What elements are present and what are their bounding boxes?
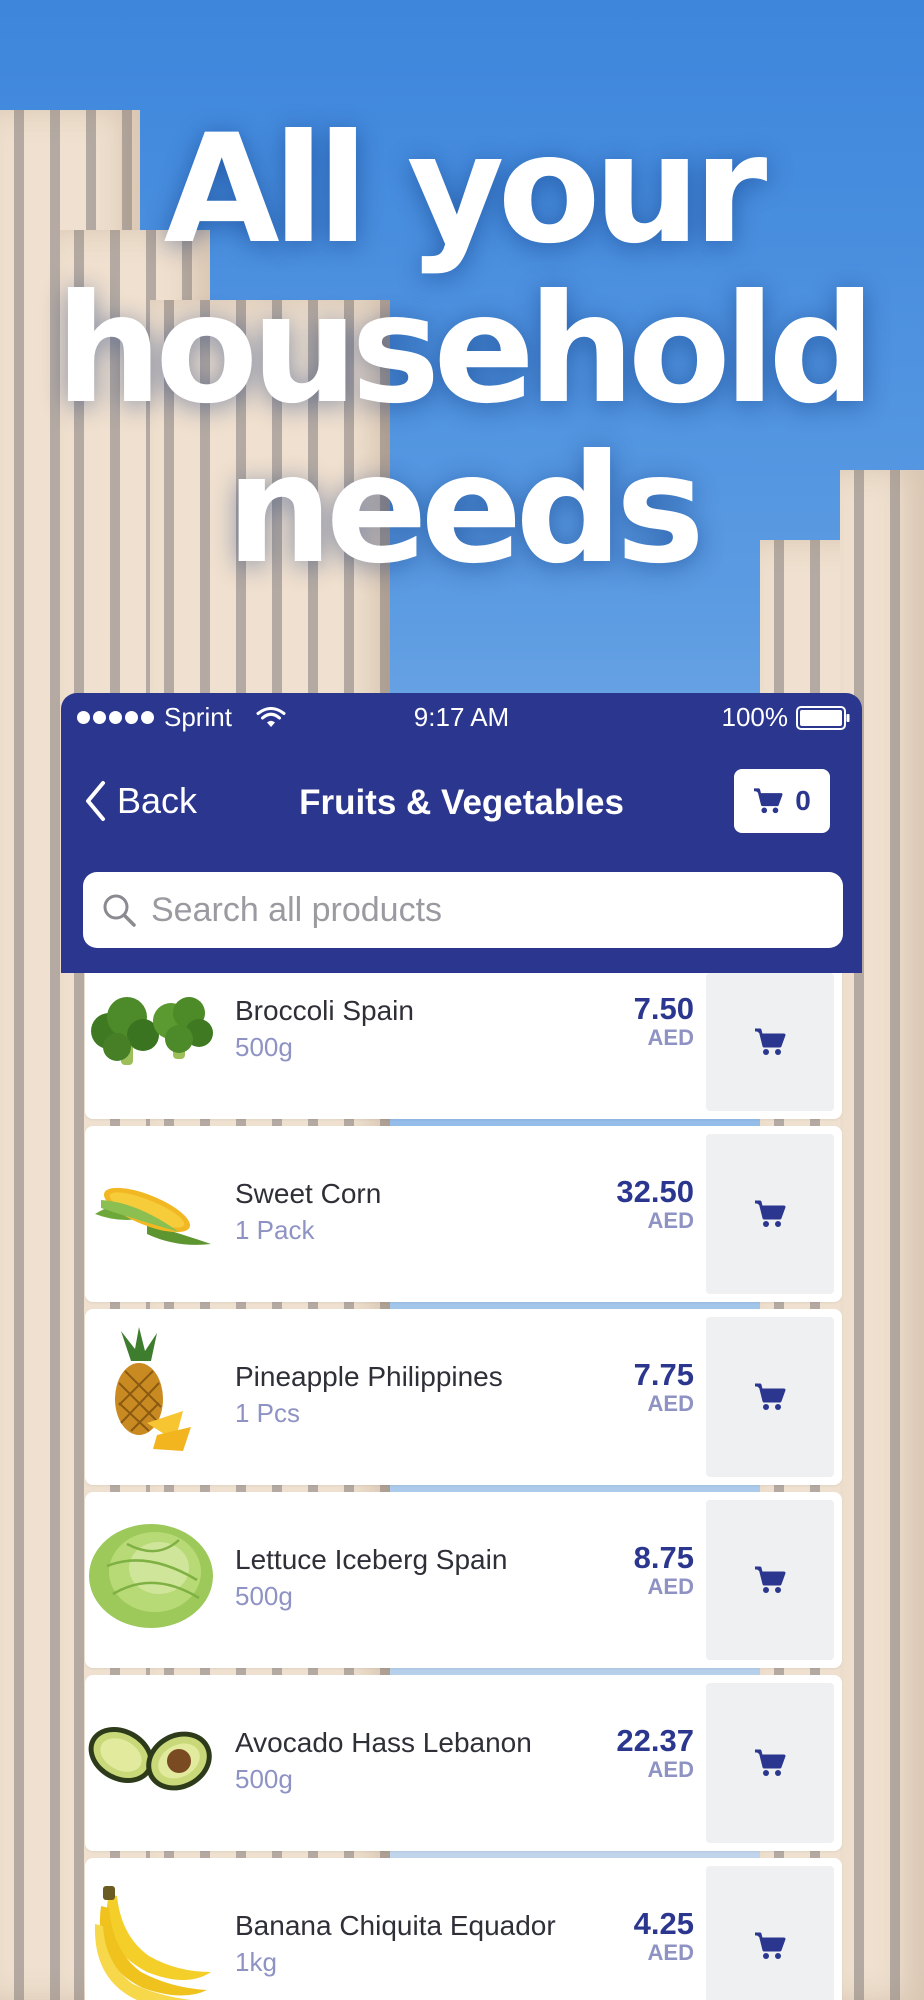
product-quantity: 500g xyxy=(235,1581,293,1611)
product-row[interactable]: Broccoli Spain 500g 7.50 AED xyxy=(85,973,842,1119)
battery-icon xyxy=(796,705,850,730)
search-bar[interactable] xyxy=(83,872,843,948)
price-currency: AED xyxy=(647,1940,694,1965)
product-row[interactable]: Avocado Hass Lebanon 500g 22.37 AED xyxy=(85,1675,842,1851)
cart-icon xyxy=(755,1932,786,1959)
product-name: Pineapple Philippines xyxy=(235,1361,503,1392)
cart-button[interactable]: 0 xyxy=(734,769,830,833)
headline-line-2: household xyxy=(55,263,875,437)
price-value: 4.25 xyxy=(633,1906,694,1941)
price-value: 32.50 xyxy=(616,1174,694,1209)
phone-screen: Sprint 9:17 AM 100% Back Fruits & Vegeta… xyxy=(61,693,862,2000)
add-to-cart-button[interactable] xyxy=(706,1317,834,1477)
price-value: 7.75 xyxy=(633,1357,694,1392)
price-currency: AED xyxy=(647,1208,694,1233)
product-list: Broccoli Spain 500g 7.50 AED Sweet Corn … xyxy=(85,973,842,2000)
product-name: Broccoli Spain xyxy=(235,995,414,1026)
headline-line-1: All your xyxy=(163,103,768,277)
cart-icon xyxy=(755,1200,786,1227)
cart-icon xyxy=(755,1566,786,1593)
broccoli-icon xyxy=(91,997,213,1065)
cart-icon xyxy=(755,1749,786,1776)
search-input[interactable] xyxy=(151,890,791,930)
product-quantity: 1kg xyxy=(235,1947,277,1977)
search-icon xyxy=(103,894,136,927)
cart-count: 0 xyxy=(795,785,811,816)
product-row[interactable]: Banana Chiquita Equador 1kg 4.25 AED xyxy=(85,1858,842,2000)
product-quantity: 500g xyxy=(235,1764,293,1794)
product-price: 7.75 AED xyxy=(634,1359,694,1417)
product-price: 4.25 AED xyxy=(634,1908,694,1966)
avocado-icon xyxy=(88,1727,212,1791)
price-currency: AED xyxy=(647,1574,694,1599)
lettuce-icon xyxy=(89,1524,213,1628)
price-value: 7.50 xyxy=(633,991,694,1026)
headline-line-3: needs xyxy=(226,423,705,597)
product-price: 7.50 AED xyxy=(634,993,694,1051)
price-currency: AED xyxy=(647,1391,694,1416)
product-name: Banana Chiquita Equador xyxy=(235,1910,556,1941)
product-price: 32.50 AED xyxy=(616,1176,694,1234)
add-to-cart-button[interactable] xyxy=(706,1134,834,1294)
price-currency: AED xyxy=(647,1025,694,1050)
product-name: Lettuce Iceberg Spain xyxy=(235,1544,508,1575)
pineapple-icon xyxy=(115,1327,191,1451)
corn-icon xyxy=(95,1187,211,1245)
status-bar: Sprint 9:17 AM 100% xyxy=(61,693,862,737)
cart-icon xyxy=(754,788,783,814)
product-row[interactable]: Pineapple Philippines 1 Pcs 7.75 AED xyxy=(85,1309,842,1485)
add-to-cart-button[interactable] xyxy=(706,973,834,1111)
price-value: 22.37 xyxy=(616,1723,694,1758)
product-row[interactable]: Sweet Corn 1 Pack 32.50 AED xyxy=(85,1126,842,1302)
product-quantity: 1 Pcs xyxy=(235,1398,301,1428)
price-value: 8.75 xyxy=(633,1540,694,1575)
nav-header: Sprint 9:17 AM 100% Back Fruits & Vegeta… xyxy=(61,693,862,973)
add-to-cart-button[interactable] xyxy=(706,1500,834,1660)
banana-icon xyxy=(94,1886,211,2000)
cart-icon xyxy=(755,1383,786,1410)
product-quantity: 500g xyxy=(235,1032,293,1062)
product-quantity: 1 Pack xyxy=(235,1215,315,1245)
headline: All your household needs xyxy=(0,110,924,590)
battery-percent: 100% xyxy=(721,702,789,732)
product-price: 22.37 AED xyxy=(616,1725,694,1783)
price-currency: AED xyxy=(647,1757,694,1782)
product-row[interactable]: Lettuce Iceberg Spain 500g 8.75 AED xyxy=(85,1492,842,1668)
add-to-cart-button[interactable] xyxy=(706,1683,834,1843)
product-name: Sweet Corn xyxy=(235,1178,382,1209)
add-to-cart-button[interactable] xyxy=(706,1866,834,2000)
product-name: Avocado Hass Lebanon xyxy=(235,1727,532,1758)
product-price: 8.75 AED xyxy=(634,1542,694,1600)
cart-icon xyxy=(755,1028,786,1055)
